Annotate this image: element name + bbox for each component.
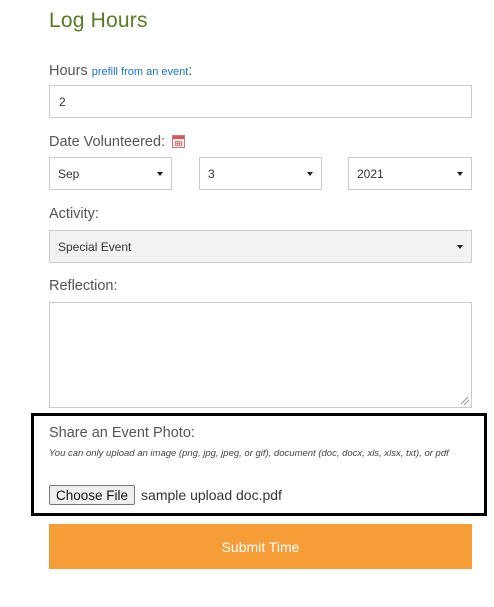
activity-select[interactable]: Special Event [49,230,472,263]
chevron-down-icon [457,171,463,176]
day-select-value: 3 [208,166,215,181]
calendar-icon[interactable] [172,135,186,148]
date-volunteered-label: Date Volunteered: [49,134,166,150]
resize-handle-icon[interactable] [461,397,469,405]
month-select[interactable]: Sep [49,157,172,190]
activity-label: Activity: [49,206,99,222]
hours-input[interactable]: 2 [49,85,472,118]
year-select-value: 2021 [357,166,384,181]
reflection-textarea[interactable] [49,302,472,408]
event-photo-label: Share an Event Photo: [49,425,195,441]
chevron-down-icon [457,244,463,249]
day-select[interactable]: 3 [199,157,322,190]
hours-label-colon: : [188,63,193,79]
year-select[interactable]: 2021 [348,157,472,190]
page-title: Log Hours [49,9,148,32]
submit-time-button[interactable]: Submit Time [49,524,472,569]
reflection-label: Reflection: [49,278,118,294]
date-label-row: Date Volunteered: [49,134,186,150]
chevron-down-icon [307,171,313,176]
file-upload-input[interactable]: Choose File sample upload doc.pdf [49,485,282,505]
hours-label: Hours [49,63,88,79]
chevron-down-icon [157,171,163,176]
month-select-value: Sep [58,166,80,181]
choose-file-button[interactable]: Choose File [49,485,136,505]
activity-select-value: Special Event [58,239,132,254]
prefill-from-event-link[interactable]: prefill from an event [92,66,189,78]
upload-help-text: You can only upload an image (png, jpg, … [49,448,449,459]
selected-file-name: sample upload doc.pdf [141,487,282,503]
hours-label-row: Hours prefill from an event: [49,63,192,79]
